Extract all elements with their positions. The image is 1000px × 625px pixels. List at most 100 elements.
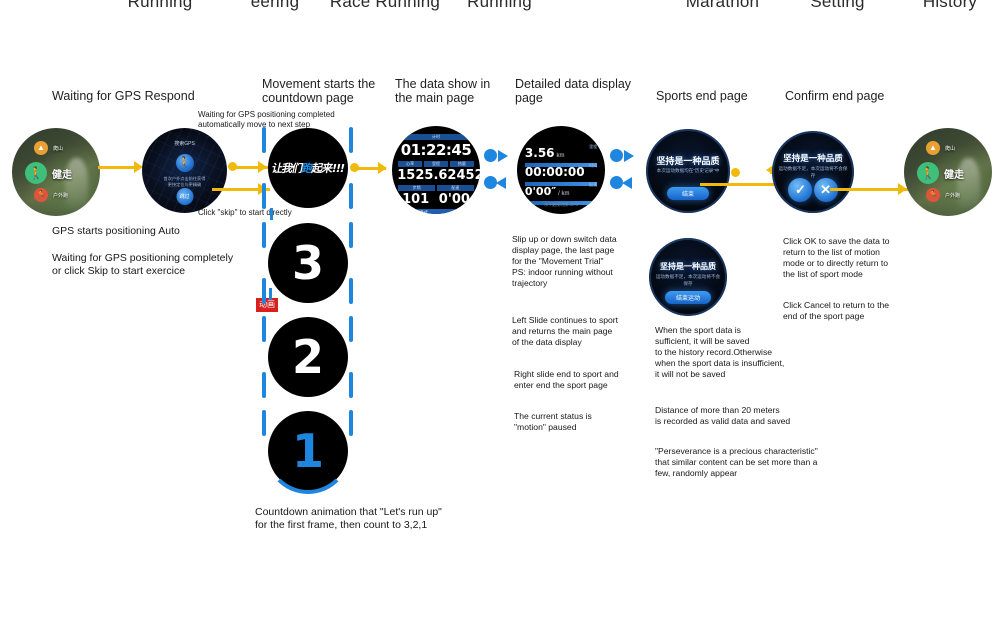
note-detail-1: Slip up or down switch data display page… (512, 234, 617, 288)
frame-bracket (349, 278, 353, 304)
anim-badge-stem (269, 288, 272, 300)
frame-bracket (262, 372, 266, 398)
sport-item-walk-selected[interactable]: 🚶 健走 (25, 162, 72, 184)
gps-message: 首次户外点击前往获得 更快定位与更精确 (163, 175, 206, 187)
watch-main-data[interactable]: 计时 01:22:45 心率 里程 热量 152 5.62 452 步频 配速 … (392, 126, 480, 214)
footer-bar[interactable]: 运动模式 暂停 (397, 208, 475, 214)
nav-item-history[interactable]: History (905, 0, 995, 12)
note-confirm-1: Click OK to save the data to return to t… (783, 236, 890, 279)
walk-icon: 🚶 (25, 162, 47, 184)
frame-bracket (262, 222, 266, 248)
frame-bracket (262, 316, 266, 342)
caption-detail-data: Detailed data display page (515, 77, 632, 105)
caption-main-data: The data show in the main page (395, 77, 491, 105)
metric-value-distance: 5.62 (424, 167, 457, 183)
slide-arrow-left (496, 177, 506, 189)
note-gps-auto: Waiting for GPS positioning completed au… (198, 110, 335, 129)
slide-indicator-dot (484, 149, 497, 162)
end-title: 坚持是一种品质 (660, 262, 716, 272)
detail-value: 00:00:00 (524, 164, 585, 179)
metric-label-calories: 热量 (449, 160, 474, 167)
watch-gps-search[interactable]: 搜索GPS 🚶 首次户外点击前往获得 更快定位与更精确 跳过 (142, 128, 227, 213)
frame-bracket (262, 183, 266, 209)
sport-item-climb[interactable]: ▲ 爬山 (926, 141, 955, 155)
note-countdown: Countdown animation that "Let's run up" … (255, 506, 442, 532)
countdown-number: 2 (291, 330, 324, 384)
timer-row: 01:22:45 (397, 141, 474, 159)
note-end-2: Distance of more than 20 meters is recor… (655, 405, 791, 426)
note-detail-2: Left Slide continues to sport and return… (512, 315, 619, 347)
climb-icon: ▲ (34, 141, 48, 155)
gps-status-label: 搜索GPS (174, 140, 195, 147)
sport-item-label: 户外跑 (53, 192, 69, 199)
metric-value-pace: 0'00 (438, 191, 470, 207)
sport-item-outdoor-run[interactable]: 🏃 户外跑 (34, 188, 68, 202)
connector-arrow (258, 161, 267, 173)
frame-bracket (349, 183, 353, 209)
watch-sport-list-start[interactable]: ▲ 爬山 🚶 健走 🏃 户外跑 (12, 128, 100, 216)
confirm-ok-button[interactable]: ✓ (788, 178, 813, 203)
sport-item-label: 健走 (52, 169, 72, 181)
end-confirm-button[interactable]: 结束 (667, 186, 709, 200)
watch-detail-data[interactable]: 3.56 km 里程 00:00:00 时间 0'00″ / km 配速 水平触摸切… (517, 126, 605, 214)
gps-skip-button[interactable]: 跳过 (176, 188, 193, 206)
flow-diagram-canvas: Running eering Race Running Running Mara… (0, 0, 1000, 625)
countdown-step-2: 2 (268, 317, 348, 397)
footer-pause[interactable]: 暂停 (453, 209, 462, 214)
watch-sport-list-return[interactable]: ▲ 爬山 🚶 健走 🏃 户外跑 (904, 128, 992, 216)
sport-item-climb[interactable]: ▲ 爬山 (34, 141, 63, 155)
slide-arrow-left (622, 177, 632, 189)
caption-gps: Waiting for GPS Respond (52, 89, 195, 103)
end-subtitle: 运动数据不足，本次运动将不会保存 (655, 274, 721, 287)
frame-bracket (262, 127, 266, 153)
nav-item-setting[interactable]: Setting (795, 0, 880, 12)
frame-bracket (349, 127, 353, 153)
nav-label: Running (127, 0, 193, 11)
nav-item-eering[interactable]: eering (230, 0, 320, 12)
nav-label: Race Running (329, 0, 441, 11)
anim-badge: 动画 (256, 298, 278, 312)
detail-value: 3.56 (524, 145, 555, 160)
frame-bracket (262, 278, 266, 304)
sport-item-outdoor-run[interactable]: 🏃 户外跑 (926, 188, 960, 202)
metric-labels-row-2: 步频 配速 (397, 184, 474, 191)
sport-item-walk-selected[interactable]: 🚶 健走 (917, 162, 964, 184)
countdown-number: 3 (291, 236, 324, 290)
frame-bracket (262, 410, 266, 436)
nav-item-marathon[interactable]: Marathon (670, 0, 775, 12)
metric-label-pace: 配速 (437, 184, 474, 191)
connector-arrow (378, 162, 387, 174)
detail-footer-hint: 水平触摸切换-GPS (544, 201, 578, 207)
metric-label-distance: 里程 (424, 160, 448, 167)
watch-slogan-lets-run-up[interactable]: 让我们跑起来!!! (268, 128, 348, 208)
nav-item-running-2[interactable]: Running (452, 0, 547, 12)
run-icon: 🏃 (926, 188, 940, 202)
frame-bracket (349, 222, 353, 248)
frame-bracket (349, 316, 353, 342)
end-sport-button[interactable]: 结束运动 (665, 290, 711, 304)
watch-confirm-end[interactable]: 坚持是一种品质 运动数据不足，本次运动将不会保存 ✓ ✕ (772, 131, 854, 213)
nav-item-race-running[interactable]: Race Running (315, 0, 455, 12)
nav-label: History (922, 0, 978, 11)
metric-label-heartrate: 心率 (398, 160, 423, 167)
nav-label: Marathon (685, 0, 760, 11)
note-detail-4: The current status is "motion" paused (514, 411, 592, 432)
slogan-part-right: 起来!!! (310, 162, 346, 175)
detail-tag: 配速 (589, 182, 598, 188)
slide-indicator-dot (610, 149, 623, 162)
metric-label-cadence: 步频 (398, 184, 435, 191)
note-detail-3: Right slide end to sport and enter end t… (514, 369, 619, 390)
sport-item-label: 健走 (944, 169, 964, 181)
sport-item-label: 爬山 (53, 145, 64, 152)
note-end-3: "Perseverance is a precious characterist… (655, 446, 818, 478)
gps-person-icon: 🚶 (175, 153, 194, 172)
nav-label: Setting (810, 0, 865, 11)
detail-tag: 里程 (589, 143, 598, 149)
nav-item-running-1[interactable]: Running (110, 0, 210, 12)
watch-sports-end-sufficient[interactable]: 坚持是一种品质 本次运动数据均在“历史记录”中 结束 (646, 129, 730, 213)
end-subtitle: 本次运动数据均在“历史记录”中 (656, 167, 720, 173)
run-icon: 🏃 (34, 188, 48, 202)
confirm-subtitle: 运动数据不足，本次运动将不会保存 (778, 165, 848, 178)
metric-value-calories: 452 (456, 167, 480, 183)
watch-sports-end-insufficient[interactable]: 坚持是一种品质 运动数据不足，本次运动将不会保存 结束运动 (649, 238, 727, 316)
